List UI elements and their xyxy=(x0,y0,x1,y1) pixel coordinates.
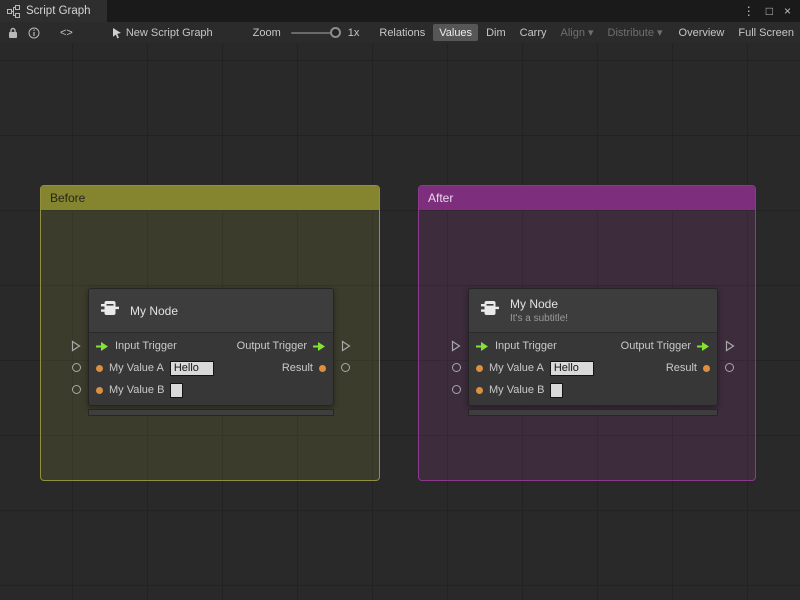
port-label: Result xyxy=(281,362,313,374)
toolbar-button-align[interactable]: Align ▾ xyxy=(555,24,600,41)
node-subtitle: It's a subtitle! xyxy=(510,313,569,324)
toolbar-button-values[interactable]: Values xyxy=(433,24,479,41)
external-flow-port-left[interactable] xyxy=(71,339,81,357)
unit-icon xyxy=(479,297,501,324)
flow-input-port[interactable] xyxy=(476,341,489,351)
toolbar-button-overview[interactable]: Overview xyxy=(673,24,731,41)
value-input-port-b[interactable] xyxy=(476,386,483,394)
node-rows: Input Trigger Output Trigger My Value A … xyxy=(89,333,333,405)
toolbar-button-dim[interactable]: Dim xyxy=(480,24,512,41)
toolbar-button-distribute[interactable]: Distribute ▾ xyxy=(602,24,669,41)
unit-icon xyxy=(99,297,121,324)
node-main: My Node It's a subtitle! Input Trigger O… xyxy=(468,288,718,406)
node-row: Input Trigger Output Trigger xyxy=(89,335,333,357)
script-graph-icon xyxy=(7,4,20,18)
node-my-node-before[interactable]: My Node Input Trigger Output Trigger My … xyxy=(71,288,351,416)
node-title: My Node xyxy=(510,297,559,311)
port-label: My Value B xyxy=(109,384,165,396)
flow-input-port[interactable] xyxy=(96,341,109,351)
zoom-label: Zoom xyxy=(252,26,281,39)
group-header[interactable]: After xyxy=(419,186,755,210)
maximize-icon[interactable]: □ xyxy=(766,0,773,22)
value-output-port-result[interactable] xyxy=(703,364,710,372)
value-output-port-result[interactable] xyxy=(319,364,326,372)
node-footer xyxy=(468,409,718,416)
node-title: My Node xyxy=(130,303,179,318)
group-label: Before xyxy=(50,191,86,205)
node-footer xyxy=(88,409,334,416)
port-label: Input Trigger xyxy=(495,340,557,352)
tab-title: Script Graph xyxy=(26,5,91,17)
chevron-down-icon: ▾ xyxy=(656,27,663,39)
external-value-port-left-a[interactable] xyxy=(452,363,461,372)
value-input-port-a[interactable] xyxy=(96,364,103,372)
zoom-slider[interactable] xyxy=(290,26,341,38)
group-before[interactable]: Before My Node Input Trigger Output Trig… xyxy=(40,185,380,481)
external-value-port-left-b[interactable] xyxy=(452,385,461,394)
port-label: My Value A xyxy=(489,362,544,374)
node-row: Input Trigger Output Trigger xyxy=(469,335,717,357)
graph-cursor-icon xyxy=(111,27,123,39)
node-row: My Value A Result xyxy=(469,357,717,379)
node-row: My Value B xyxy=(469,379,717,401)
node-header[interactable]: My Node It's a subtitle! xyxy=(469,289,717,333)
external-value-port-right[interactable] xyxy=(341,363,350,372)
external-value-port-right[interactable] xyxy=(725,363,734,372)
value-b-input[interactable] xyxy=(170,382,184,398)
zoom-value: 1x xyxy=(347,26,360,39)
graph-canvas[interactable]: Before My Node Input Trigger Output Trig… xyxy=(0,43,800,600)
port-label: Output Trigger xyxy=(236,340,307,352)
external-value-port-left-a[interactable] xyxy=(72,363,81,372)
lock-icon[interactable] xyxy=(8,27,18,39)
port-label: Output Trigger xyxy=(620,340,691,352)
node-my-node-after[interactable]: My Node It's a subtitle! Input Trigger O… xyxy=(451,288,735,416)
toolbar-button-relations[interactable]: Relations xyxy=(373,24,431,41)
value-b-input[interactable] xyxy=(550,382,564,398)
group-header[interactable]: Before xyxy=(41,186,379,210)
port-label: My Value A xyxy=(109,362,164,374)
chevron-down-icon: ▾ xyxy=(587,27,594,39)
value-a-input[interactable] xyxy=(169,360,214,376)
port-label: Result xyxy=(665,362,697,374)
group-label: After xyxy=(428,191,454,205)
port-label: Input Trigger xyxy=(115,340,177,352)
window-controls: ⋮ □ × xyxy=(743,0,800,22)
graph-name-label: New Script Graph xyxy=(125,26,213,39)
tab-script-graph[interactable]: Script Graph xyxy=(0,0,107,22)
menu-icon[interactable]: ⋮ xyxy=(743,0,755,22)
flow-output-port[interactable] xyxy=(313,341,326,351)
toolbar-button-carry[interactable]: Carry xyxy=(514,24,553,41)
code-icon[interactable]: <> xyxy=(54,24,79,41)
close-icon[interactable]: × xyxy=(784,0,791,22)
flow-output-port[interactable] xyxy=(697,341,710,351)
external-flow-port-right[interactable] xyxy=(725,339,735,357)
external-value-port-left-b[interactable] xyxy=(72,385,81,394)
value-a-input[interactable] xyxy=(549,360,594,376)
window-tab-bar: Script Graph ⋮ □ × xyxy=(0,0,800,22)
node-row: My Value B xyxy=(89,379,333,401)
external-flow-port-right[interactable] xyxy=(341,339,351,357)
zoom-slider-handle[interactable] xyxy=(329,26,341,38)
value-input-port-a[interactable] xyxy=(476,364,483,372)
node-main: My Node Input Trigger Output Trigger My … xyxy=(88,288,334,406)
value-input-port-b[interactable] xyxy=(96,386,103,394)
info-icon[interactable] xyxy=(28,27,40,39)
toolbar-button-fullscreen[interactable]: Full Screen xyxy=(732,24,800,41)
graph-asset-button[interactable]: New Script Graph xyxy=(105,24,219,41)
node-rows: Input Trigger Output Trigger My Value A … xyxy=(469,333,717,405)
node-header[interactable]: My Node xyxy=(89,289,333,333)
port-label: My Value B xyxy=(489,384,545,396)
graph-toolbar: <> New Script Graph Zoom 1x Relations Va… xyxy=(0,22,800,44)
external-flow-port-left[interactable] xyxy=(451,339,461,357)
node-row: My Value A Result xyxy=(89,357,333,379)
group-after[interactable]: After My Node It's a subtitle! Input Tri… xyxy=(418,185,756,481)
